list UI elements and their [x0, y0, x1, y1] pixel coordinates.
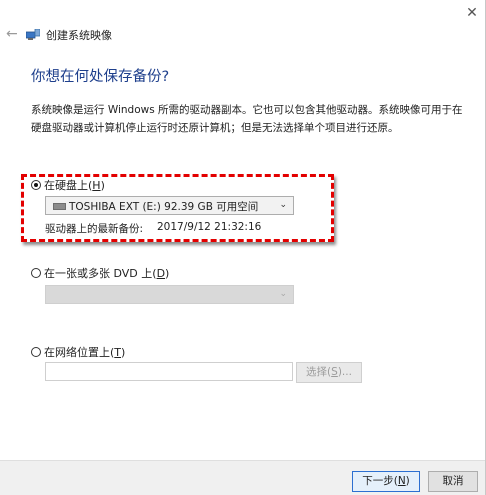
highlight-annotation-box — [21, 174, 334, 242]
network-label[interactable]: 在网络位置上(T) — [44, 344, 125, 360]
close-icon[interactable]: ✕ — [462, 4, 482, 22]
window-title: 创建系统映像 — [46, 29, 112, 42]
cancel-button[interactable]: 取消 — [428, 471, 478, 492]
description-text: 系统映像是运行 Windows 所需的驱动器副本。它也可以包含其他驱动器。系统映… — [31, 104, 463, 134]
dvd-drive-select[interactable]: ⌄ — [45, 285, 294, 304]
next-button[interactable]: 下一步(N) — [352, 471, 420, 492]
back-arrow-icon[interactable]: ← — [6, 26, 18, 42]
dvd-radio[interactable] — [31, 268, 41, 278]
network-path-input[interactable] — [45, 362, 293, 381]
chevron-down-icon: ⌄ — [279, 289, 287, 299]
page-heading: 你想在何处保存备份? — [31, 69, 170, 85]
backup-app-icon — [26, 29, 40, 40]
browse-button[interactable]: 选择(S)... — [296, 362, 362, 383]
network-radio[interactable] — [31, 347, 41, 357]
wizard-window: ✕ ← 创建系统映像 你想在何处保存备份? 系统映像是运行 Windows 所需… — [0, 0, 486, 495]
dvd-label[interactable]: 在一张或多张 DVD 上(D) — [44, 265, 169, 281]
